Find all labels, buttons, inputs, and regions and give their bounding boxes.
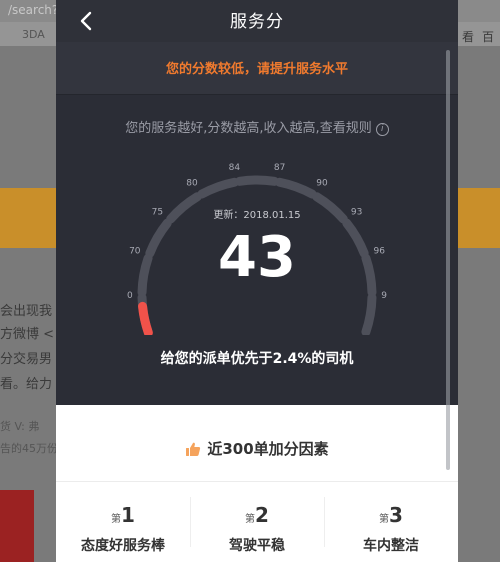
gauge-fill	[138, 301, 153, 335]
gauge-tick-label: 90	[316, 178, 328, 188]
header-bar: 服务分	[56, 0, 458, 42]
bg-small-1: 货 V: 弗	[0, 420, 40, 433]
rank-prefix: 第	[111, 514, 122, 525]
bg-right-char-2: 百	[482, 30, 495, 44]
rank-number-3: 第3	[324, 503, 458, 527]
rank-label-1: 态度好服务棒	[81, 538, 165, 554]
bg-banner-right	[458, 188, 500, 248]
warning-text: 您的分数较低，请提升服务水平	[165, 62, 348, 77]
info-icon[interactable]: i	[375, 123, 389, 136]
rank-number-1: 第1	[56, 503, 190, 527]
bg-banner-left	[0, 188, 56, 248]
update-date: 更新：2018.01.15	[213, 210, 301, 221]
rules-text: 您的服务越好,分数越高,收入越高,查看规则	[125, 121, 372, 136]
bonus-factors-panel: 近300单加分因素 第1 态度好服务棒 第2 驾驶平稳 第3 车内整洁	[56, 405, 458, 562]
bg-line-1: 会出现我	[0, 304, 53, 319]
bg-line-2: 方微博 <	[0, 327, 55, 342]
gauge-tick-label: 80	[186, 178, 198, 188]
priority-text: 给您的派单优先于2.4%的司机	[160, 351, 354, 367]
rules-link[interactable]: 您的服务越好,分数越高,收入越高,查看规则 i	[56, 117, 458, 136]
bg-right-char-1: 看	[462, 30, 475, 44]
rank-prefix: 第	[379, 514, 390, 525]
rank-item-1[interactable]: 第1 态度好服务棒	[56, 483, 190, 562]
rank-list: 第1 态度好服务棒 第2 驾驶平稳 第3 车内整洁	[56, 483, 458, 562]
bg-small-2: 告的45万份	[0, 442, 58, 455]
thumbs-up-icon	[186, 442, 201, 456]
page-title: 服务分	[230, 12, 284, 32]
rank-label-3: 车内整洁	[363, 538, 419, 554]
gauge-track-segment	[361, 293, 377, 335]
factors-text: 近300单加分因素	[207, 440, 329, 458]
bookmark-label: 3DA	[22, 28, 45, 41]
divider	[56, 481, 458, 482]
gauge-tick-label: 98	[381, 291, 387, 301]
rank-label-2: 驾驶平稳	[229, 538, 285, 554]
rank-number: 1	[121, 503, 135, 527]
gauge-track-segment	[197, 177, 239, 199]
gauge-tick-label: 60	[127, 291, 133, 301]
factors-heading: 近300单加分因素	[56, 438, 458, 459]
rank-number: 2	[255, 503, 269, 527]
bg-thumbnail	[0, 490, 34, 562]
url-fragment: /search?	[8, 3, 59, 17]
warning-banner: 您的分数较低，请提升服务水平	[56, 42, 458, 95]
gauge-track-segment	[235, 175, 279, 186]
rank-item-3[interactable]: 第3 车内整洁	[324, 483, 458, 562]
scrollbar[interactable]	[446, 50, 450, 470]
rank-number-2: 第2	[190, 503, 324, 527]
rank-item-2[interactable]: 第2 驾驶平稳	[190, 483, 324, 562]
bg-line-3: 分交易男	[0, 352, 53, 367]
rank-number: 3	[389, 503, 403, 527]
gauge-track-segment	[275, 177, 317, 199]
service-score-screen: 服务分 您的分数较低，请提升服务水平 您的服务越好,分数越高,收入越高,查看规则…	[56, 0, 458, 562]
gauge-tick-label: 84	[229, 163, 241, 173]
score-value: 43	[218, 225, 296, 290]
score-panel: 您的服务越好,分数越高,收入越高,查看规则i 06070758084879093…	[56, 95, 458, 405]
rank-prefix: 第	[245, 514, 256, 525]
gauge-tick-label: 87	[274, 163, 285, 173]
bg-line-4: 看。给力	[0, 377, 53, 392]
